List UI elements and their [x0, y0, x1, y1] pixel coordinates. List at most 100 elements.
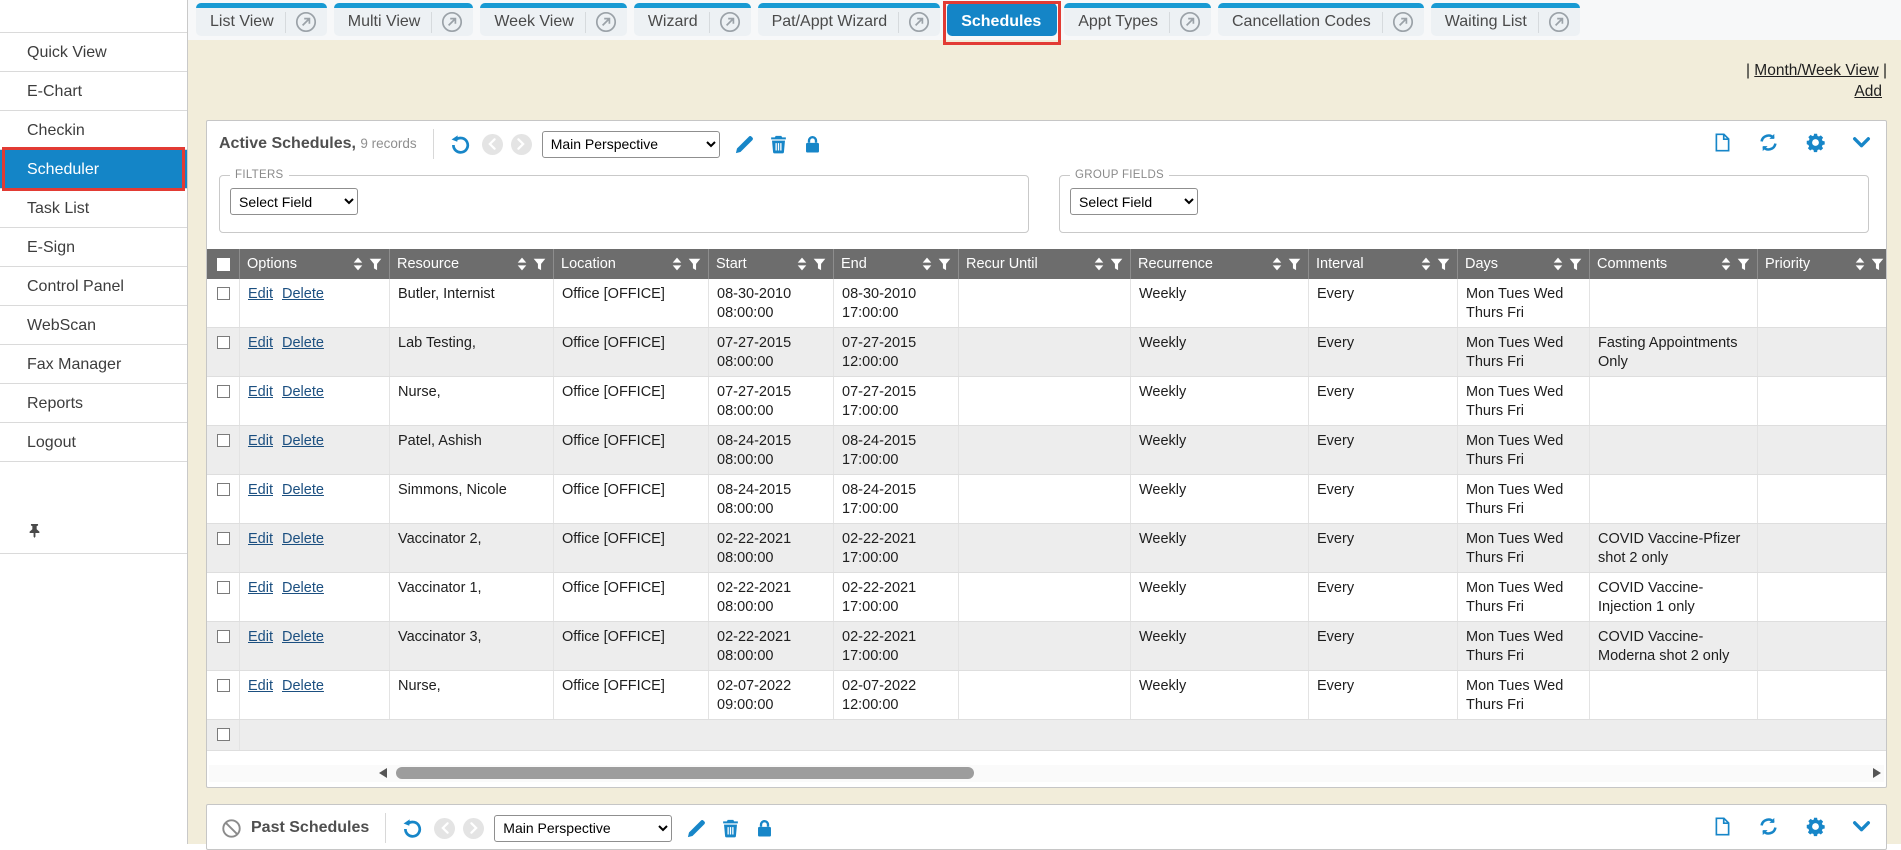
- edit-link[interactable]: Edit: [248, 629, 273, 645]
- filters-select-field[interactable]: Select Field: [230, 188, 358, 215]
- edit-pencil-icon[interactable]: [684, 816, 709, 841]
- sidebar-item-logout[interactable]: Logout: [0, 423, 187, 462]
- scrollbar-thumb[interactable]: [396, 767, 974, 779]
- tab-waiting-list[interactable]: Waiting List: [1431, 3, 1580, 36]
- delete-trash-icon[interactable]: [766, 132, 791, 157]
- tab-week-view[interactable]: Week View: [480, 3, 626, 36]
- sidebar-item-checkin[interactable]: Checkin: [0, 111, 187, 150]
- sort-icon[interactable]: [1553, 257, 1563, 271]
- row-checkbox[interactable]: [217, 728, 230, 741]
- horizontal-scrollbar[interactable]: [209, 765, 1884, 782]
- edit-link[interactable]: Edit: [248, 580, 273, 596]
- sort-icon[interactable]: [1272, 257, 1282, 271]
- column-header-priority[interactable]: Priority: [1758, 249, 1886, 279]
- sort-icon[interactable]: [517, 257, 527, 271]
- column-header-interval[interactable]: Interval: [1309, 249, 1458, 279]
- delete-link[interactable]: Delete: [282, 531, 324, 547]
- settings-gear-icon[interactable]: [1803, 814, 1828, 839]
- row-checkbox[interactable]: [217, 385, 230, 398]
- row-checkbox[interactable]: [217, 483, 230, 496]
- lock-icon[interactable]: [752, 816, 777, 841]
- refresh-icon[interactable]: [1756, 814, 1781, 839]
- sort-icon[interactable]: [672, 257, 682, 271]
- filter-icon[interactable]: [369, 258, 382, 271]
- prev-perspective-button[interactable]: [434, 818, 455, 839]
- edit-link[interactable]: Edit: [248, 482, 273, 498]
- sidebar-item-reports[interactable]: Reports: [0, 384, 187, 423]
- tab-multi-view[interactable]: Multi View: [334, 3, 474, 36]
- delete-link[interactable]: Delete: [282, 482, 324, 498]
- column-header-recur-until[interactable]: Recur Until: [959, 249, 1131, 279]
- sidebar-item-scheduler[interactable]: Scheduler: [0, 150, 187, 189]
- row-checkbox[interactable]: [217, 532, 230, 545]
- row-checkbox[interactable]: [217, 336, 230, 349]
- next-perspective-button[interactable]: [511, 134, 532, 155]
- column-header-options[interactable]: Options: [240, 249, 390, 279]
- sort-icon[interactable]: [353, 257, 363, 271]
- filter-icon[interactable]: [688, 258, 701, 271]
- tab-pat-appt-wizard[interactable]: Pat/Appt Wizard: [758, 3, 941, 36]
- perspective-select[interactable]: Main Perspective: [494, 815, 672, 842]
- tab-wizard[interactable]: Wizard: [634, 3, 751, 36]
- delete-link[interactable]: Delete: [282, 433, 324, 449]
- row-checkbox[interactable]: [217, 287, 230, 300]
- undo-icon[interactable]: [400, 816, 425, 841]
- column-header-comments[interactable]: Comments: [1590, 249, 1758, 279]
- column-header-location[interactable]: Location: [554, 249, 709, 279]
- row-checkbox[interactable]: [217, 581, 230, 594]
- new-document-icon[interactable]: [1710, 814, 1735, 839]
- edit-link[interactable]: Edit: [248, 384, 273, 400]
- sort-icon[interactable]: [797, 257, 807, 271]
- scroll-left-arrow[interactable]: [379, 768, 387, 778]
- open-new-window-icon[interactable]: [441, 11, 463, 33]
- sidebar-item-fax-manager[interactable]: Fax Manager: [0, 345, 187, 384]
- edit-link[interactable]: Edit: [248, 531, 273, 547]
- edit-link[interactable]: Edit: [248, 433, 273, 449]
- open-new-window-icon[interactable]: [295, 11, 317, 33]
- settings-gear-icon[interactable]: [1803, 130, 1828, 155]
- delete-link[interactable]: Delete: [282, 286, 324, 302]
- filter-icon[interactable]: [1110, 258, 1123, 271]
- filter-icon[interactable]: [938, 258, 951, 271]
- tab-appt-types[interactable]: Appt Types: [1064, 3, 1211, 36]
- open-new-window-icon[interactable]: [595, 11, 617, 33]
- tab-cancellation-codes[interactable]: Cancellation Codes: [1218, 3, 1424, 36]
- filter-icon[interactable]: [533, 258, 546, 271]
- filter-icon[interactable]: [1737, 258, 1750, 271]
- undo-icon[interactable]: [448, 132, 473, 157]
- sidebar-item-webscan[interactable]: WebScan: [0, 306, 187, 345]
- refresh-icon[interactable]: [1756, 130, 1781, 155]
- filter-icon[interactable]: [1569, 258, 1582, 271]
- sort-icon[interactable]: [1421, 257, 1431, 271]
- pin-icon[interactable]: [27, 523, 42, 543]
- sort-icon[interactable]: [1094, 257, 1104, 271]
- open-new-window-icon[interactable]: [1548, 11, 1570, 33]
- open-new-window-icon[interactable]: [1392, 11, 1414, 33]
- perspective-select[interactable]: Main Perspective: [542, 131, 720, 158]
- open-new-window-icon[interactable]: [719, 11, 741, 33]
- select-all-checkbox[interactable]: [217, 258, 230, 271]
- collapse-chevron-icon[interactable]: [1849, 130, 1874, 155]
- delete-link[interactable]: Delete: [282, 384, 324, 400]
- next-perspective-button[interactable]: [463, 818, 484, 839]
- open-new-window-icon[interactable]: [1179, 11, 1201, 33]
- edit-pencil-icon[interactable]: [732, 132, 757, 157]
- filter-icon[interactable]: [1871, 258, 1884, 271]
- sort-icon[interactable]: [922, 257, 932, 271]
- delete-link[interactable]: Delete: [282, 580, 324, 596]
- sidebar-item-e-chart[interactable]: E-Chart: [0, 72, 187, 111]
- add-link[interactable]: Add: [1854, 83, 1882, 100]
- tab-list-view[interactable]: List View: [196, 3, 327, 36]
- row-checkbox[interactable]: [217, 679, 230, 692]
- collapse-chevron-icon[interactable]: [1849, 814, 1874, 839]
- sidebar-item-control-panel[interactable]: Control Panel: [0, 267, 187, 306]
- scroll-right-arrow[interactable]: [1873, 768, 1881, 778]
- tab-schedules[interactable]: Schedules: [947, 3, 1057, 36]
- edit-link[interactable]: Edit: [248, 335, 273, 351]
- open-new-window-icon[interactable]: [908, 11, 930, 33]
- row-checkbox[interactable]: [217, 434, 230, 447]
- group-select-field[interactable]: Select Field: [1070, 188, 1198, 215]
- column-header-days[interactable]: Days: [1458, 249, 1590, 279]
- filter-icon[interactable]: [1437, 258, 1450, 271]
- sidebar-item-task-list[interactable]: Task List: [0, 189, 187, 228]
